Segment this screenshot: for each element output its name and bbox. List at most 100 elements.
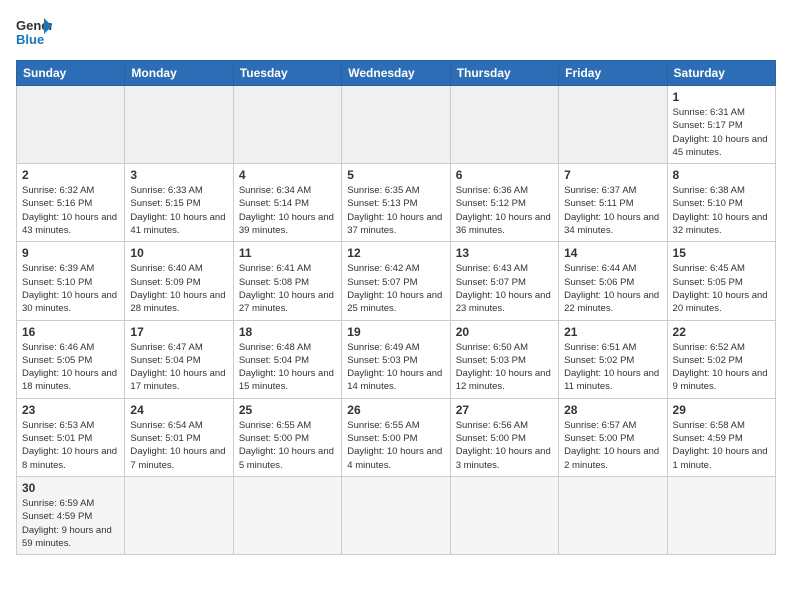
- day-number: 22: [673, 325, 770, 339]
- day-info: Sunrise: 6:42 AM Sunset: 5:07 PM Dayligh…: [347, 262, 444, 315]
- day-info: Sunrise: 6:56 AM Sunset: 5:00 PM Dayligh…: [456, 419, 553, 472]
- week-row-0: 1Sunrise: 6:31 AM Sunset: 5:17 PM Daylig…: [17, 86, 776, 164]
- day-info: Sunrise: 6:57 AM Sunset: 5:00 PM Dayligh…: [564, 419, 661, 472]
- day-info: Sunrise: 6:54 AM Sunset: 5:01 PM Dayligh…: [130, 419, 227, 472]
- day-cell: 26 Sunrise: 6:55 AM Sunset: 5:00 PM Dayli…: [342, 398, 450, 476]
- day-cell: [450, 476, 558, 554]
- day-info: Sunrise: 6:32 AM Sunset: 5:16 PM Dayligh…: [22, 184, 119, 237]
- day-info: Sunrise: 6:40 AM Sunset: 5:09 PM Dayligh…: [130, 262, 227, 315]
- day-number: 19: [347, 325, 444, 339]
- day-cell: 9 Sunrise: 6:39 AM Sunset: 5:10 PM Daylig…: [17, 242, 125, 320]
- day-number: 10: [130, 246, 227, 260]
- day-cell: 29Sunrise: 6:58 AM Sunset: 4:59 PM Dayli…: [667, 398, 775, 476]
- day-number: 27: [456, 403, 553, 417]
- day-info: Sunrise: 6:35 AM Sunset: 5:13 PM Dayligh…: [347, 184, 444, 237]
- day-info: Sunrise: 6:49 AM Sunset: 5:03 PM Dayligh…: [347, 341, 444, 394]
- day-info: Sunrise: 6:55 AM Sunset: 5:00 PM Dayligh…: [239, 419, 336, 472]
- day-cell: 11Sunrise: 6:41 AM Sunset: 5:08 PM Dayli…: [233, 242, 341, 320]
- day-cell: [450, 86, 558, 164]
- day-cell: 14Sunrise: 6:44 AM Sunset: 5:06 PM Dayli…: [559, 242, 667, 320]
- day-cell: [233, 86, 341, 164]
- day-number: 1: [673, 90, 770, 104]
- day-info: Sunrise: 6:34 AM Sunset: 5:14 PM Dayligh…: [239, 184, 336, 237]
- week-row-1: 2 Sunrise: 6:32 AM Sunset: 5:16 PM Daylig…: [17, 164, 776, 242]
- day-number: 30: [22, 481, 119, 495]
- day-cell: 21Sunrise: 6:51 AM Sunset: 5:02 PM Dayli…: [559, 320, 667, 398]
- week-row-4: 23 Sunrise: 6:53 AM Sunset: 5:01 PM Dayli…: [17, 398, 776, 476]
- day-cell: 4Sunrise: 6:34 AM Sunset: 5:14 PM Daylig…: [233, 164, 341, 242]
- day-number: 28: [564, 403, 661, 417]
- day-number: 5: [347, 168, 444, 182]
- day-number: 18: [239, 325, 336, 339]
- calendar-table: SundayMondayTuesdayWednesdayThursdayFrid…: [16, 60, 776, 555]
- day-info: Sunrise: 6:37 AM Sunset: 5:11 PM Dayligh…: [564, 184, 661, 237]
- day-number: 25: [239, 403, 336, 417]
- day-cell: 1Sunrise: 6:31 AM Sunset: 5:17 PM Daylig…: [667, 86, 775, 164]
- day-number: 15: [673, 246, 770, 260]
- day-number: 26: [347, 403, 444, 417]
- day-cell: [342, 476, 450, 554]
- day-info: Sunrise: 6:39 AM Sunset: 5:10 PM Dayligh…: [22, 262, 119, 315]
- day-cell: 24 Sunrise: 6:54 AM Sunset: 5:01 PM Dayli…: [125, 398, 233, 476]
- day-cell: [125, 476, 233, 554]
- day-cell: [17, 86, 125, 164]
- day-number: 2: [22, 168, 119, 182]
- day-cell: 18Sunrise: 6:48 AM Sunset: 5:04 PM Dayli…: [233, 320, 341, 398]
- day-info: Sunrise: 6:52 AM Sunset: 5:02 PM Dayligh…: [673, 341, 770, 394]
- day-number: 24: [130, 403, 227, 417]
- week-row-3: 16Sunrise: 6:46 AM Sunset: 5:05 PM Dayli…: [17, 320, 776, 398]
- day-info: Sunrise: 6:59 AM Sunset: 4:59 PM Dayligh…: [22, 497, 119, 550]
- day-cell: 25 Sunrise: 6:55 AM Sunset: 5:00 PM Dayli…: [233, 398, 341, 476]
- day-cell: 5 Sunrise: 6:35 AM Sunset: 5:13 PM Daylig…: [342, 164, 450, 242]
- day-cell: [667, 476, 775, 554]
- day-cell: 7 Sunrise: 6:37 AM Sunset: 5:11 PM Daylig…: [559, 164, 667, 242]
- day-info: Sunrise: 6:53 AM Sunset: 5:01 PM Dayligh…: [22, 419, 119, 472]
- day-cell: 16Sunrise: 6:46 AM Sunset: 5:05 PM Dayli…: [17, 320, 125, 398]
- day-info: Sunrise: 6:36 AM Sunset: 5:12 PM Dayligh…: [456, 184, 553, 237]
- day-number: 13: [456, 246, 553, 260]
- day-number: 9: [22, 246, 119, 260]
- day-info: Sunrise: 6:50 AM Sunset: 5:03 PM Dayligh…: [456, 341, 553, 394]
- day-cell: 22 Sunrise: 6:52 AM Sunset: 5:02 PM Dayli…: [667, 320, 775, 398]
- day-number: 16: [22, 325, 119, 339]
- day-number: 3: [130, 168, 227, 182]
- day-info: Sunrise: 6:38 AM Sunset: 5:10 PM Dayligh…: [673, 184, 770, 237]
- week-row-5: 30 Sunrise: 6:59 AM Sunset: 4:59 PM Dayli…: [17, 476, 776, 554]
- page-header: General Blue: [16, 16, 776, 48]
- day-info: Sunrise: 6:55 AM Sunset: 5:00 PM Dayligh…: [347, 419, 444, 472]
- weekday-friday: Friday: [559, 61, 667, 86]
- weekday-header-row: SundayMondayTuesdayWednesdayThursdayFrid…: [17, 61, 776, 86]
- day-number: 21: [564, 325, 661, 339]
- day-cell: [559, 476, 667, 554]
- weekday-monday: Monday: [125, 61, 233, 86]
- day-cell: 20 Sunrise: 6:50 AM Sunset: 5:03 PM Dayli…: [450, 320, 558, 398]
- day-info: Sunrise: 6:47 AM Sunset: 5:04 PM Dayligh…: [130, 341, 227, 394]
- day-cell: 30 Sunrise: 6:59 AM Sunset: 4:59 PM Dayli…: [17, 476, 125, 554]
- day-cell: 2 Sunrise: 6:32 AM Sunset: 5:16 PM Daylig…: [17, 164, 125, 242]
- day-cell: [342, 86, 450, 164]
- day-cell: 12 Sunrise: 6:42 AM Sunset: 5:07 PM Dayli…: [342, 242, 450, 320]
- day-cell: 3Sunrise: 6:33 AM Sunset: 5:15 PM Daylig…: [125, 164, 233, 242]
- weekday-thursday: Thursday: [450, 61, 558, 86]
- day-cell: 19 Sunrise: 6:49 AM Sunset: 5:03 PM Dayli…: [342, 320, 450, 398]
- day-cell: 27 Sunrise: 6:56 AM Sunset: 5:00 PM Dayli…: [450, 398, 558, 476]
- day-number: 20: [456, 325, 553, 339]
- day-cell: 8 Sunrise: 6:38 AM Sunset: 5:10 PM Daylig…: [667, 164, 775, 242]
- weekday-saturday: Saturday: [667, 61, 775, 86]
- day-cell: [233, 476, 341, 554]
- week-row-2: 9 Sunrise: 6:39 AM Sunset: 5:10 PM Daylig…: [17, 242, 776, 320]
- logo-icon: General Blue: [16, 16, 52, 48]
- day-number: 12: [347, 246, 444, 260]
- day-number: 23: [22, 403, 119, 417]
- day-cell: 6Sunrise: 6:36 AM Sunset: 5:12 PM Daylig…: [450, 164, 558, 242]
- weekday-wednesday: Wednesday: [342, 61, 450, 86]
- day-cell: 10 Sunrise: 6:40 AM Sunset: 5:09 PM Dayli…: [125, 242, 233, 320]
- logo: General Blue: [16, 16, 52, 48]
- day-number: 8: [673, 168, 770, 182]
- day-number: 17: [130, 325, 227, 339]
- day-number: 7: [564, 168, 661, 182]
- weekday-sunday: Sunday: [17, 61, 125, 86]
- day-number: 14: [564, 246, 661, 260]
- day-number: 11: [239, 246, 336, 260]
- day-info: Sunrise: 6:43 AM Sunset: 5:07 PM Dayligh…: [456, 262, 553, 315]
